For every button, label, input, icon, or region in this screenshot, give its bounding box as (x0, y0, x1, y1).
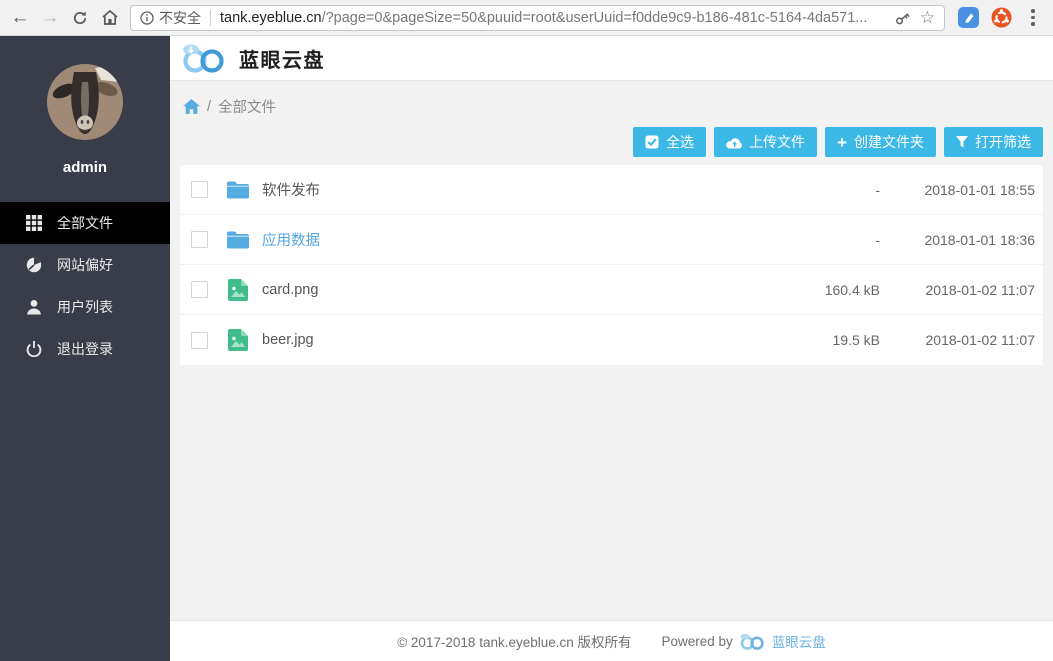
power-icon (26, 341, 42, 357)
file-list: 软件发布 - 2018-01-01 18:55 应用数据 - 2018-01-0… (180, 165, 1043, 365)
file-date: 2018-01-02 11:07 (880, 332, 1035, 348)
avatar-image (47, 64, 123, 140)
sidebar: admin 全部文件 网站偏好 (0, 36, 170, 661)
select-all-button[interactable]: 全选 (633, 127, 706, 157)
extension-glyph-orange (991, 7, 1012, 28)
plus-icon: + (837, 134, 847, 151)
file-date: 2018-01-01 18:55 (880, 182, 1035, 198)
url-path: /?page=0&pageSize=50&puuid=root&userUuid… (322, 10, 868, 26)
file-name[interactable]: beer.jpg (262, 332, 760, 348)
sidebar-item-site-preferences[interactable]: 网站偏好 (0, 244, 170, 286)
file-size: 19.5 kB (760, 332, 880, 348)
app-title: 蓝眼云盘 (239, 44, 325, 73)
sidebar-item-label: 网站偏好 (57, 255, 113, 275)
row-checkbox[interactable] (191, 281, 208, 298)
open-filter-button[interactable]: 打开筛选 (944, 127, 1043, 157)
folder-icon (227, 179, 249, 201)
file-size: - (760, 182, 880, 198)
reload-icon (72, 10, 88, 26)
powered-by-label: Powered by (662, 634, 733, 649)
security-indicator[interactable]: 不安全 (140, 8, 201, 28)
extension-glyph (963, 12, 975, 24)
info-icon (140, 11, 154, 25)
sidebar-menu: 全部文件 网站偏好 用户列表 (0, 202, 170, 370)
file-name[interactable]: 软件发布 (262, 179, 760, 200)
row-checkbox[interactable] (191, 231, 208, 248)
grid-icon (26, 215, 42, 231)
home-icon (101, 9, 119, 26)
app-header: 蓝眼云盘 (170, 36, 1053, 81)
browser-toolbar: ← → 不安全 tank.eyeblue.cn/?page=0&pageSize… (0, 0, 1053, 36)
sidebar-item-label: 用户列表 (57, 297, 113, 317)
file-name[interactable]: 应用数据 (262, 229, 760, 250)
url-text[interactable]: tank.eyeblue.cn/?page=0&pageSize=50&puui… (220, 10, 886, 26)
file-name[interactable]: card.png (262, 282, 760, 298)
filter-funnel-icon (956, 136, 968, 148)
main-content: 蓝眼云盘 / 全部文件 全选 (170, 36, 1053, 661)
sidebar-item-user-list[interactable]: 用户列表 (0, 286, 170, 328)
cloud-upload-icon (726, 136, 742, 149)
create-folder-button[interactable]: + 创建文件夹 (825, 127, 936, 157)
open-filter-label: 打开筛选 (975, 132, 1031, 152)
create-folder-label: 创建文件夹 (854, 132, 924, 152)
home-button[interactable] (96, 4, 124, 32)
key-icon[interactable] (894, 10, 912, 26)
brand-link[interactable]: 蓝眼云盘 (772, 631, 826, 651)
select-all-label: 全选 (666, 132, 694, 152)
extension-icon-blue[interactable] (958, 7, 979, 28)
breadcrumb: / 全部文件 (180, 81, 1043, 117)
app-logo-icon (181, 43, 227, 73)
extension-icon-orange[interactable] (991, 7, 1012, 28)
sidebar-item-logout[interactable]: 退出登录 (0, 328, 170, 370)
forward-button[interactable]: → (36, 4, 64, 32)
folder-icon (227, 229, 249, 251)
bookmark-star-icon[interactable]: ☆ (920, 9, 935, 26)
footer-logo-icon (739, 633, 766, 650)
toolbar: 全选 上传文件 + 创建文件夹 (180, 127, 1043, 157)
sidebar-item-label: 全部文件 (57, 213, 113, 233)
table-row[interactable]: card.png 160.4 kB 2018-01-02 11:07 (180, 265, 1043, 315)
url-domain: tank.eyeblue.cn (220, 10, 322, 26)
browser-menu-button[interactable] (1023, 9, 1043, 26)
row-checkbox[interactable] (191, 181, 208, 198)
back-button[interactable]: ← (6, 4, 34, 32)
reload-button[interactable] (66, 4, 94, 32)
checkbox-checked-icon (645, 135, 659, 149)
row-checkbox[interactable] (191, 332, 208, 349)
footer: © 2017-2018 tank.eyeblue.cn 版权所有 Powered… (170, 620, 1053, 661)
user-icon (26, 299, 42, 315)
avatar[interactable] (47, 64, 123, 140)
breadcrumb-separator: / (207, 99, 211, 115)
file-size: - (760, 232, 880, 248)
table-row[interactable]: 软件发布 - 2018-01-01 18:55 (180, 165, 1043, 215)
dashboard-icon (26, 257, 42, 273)
sidebar-item-label: 退出登录 (57, 339, 113, 359)
breadcrumb-current: 全部文件 (218, 96, 276, 117)
file-date: 2018-01-02 11:07 (880, 282, 1035, 298)
address-bar[interactable]: 不安全 tank.eyeblue.cn/?page=0&pageSize=50&… (130, 5, 945, 31)
file-size: 160.4 kB (760, 282, 880, 298)
breadcrumb-home-icon[interactable] (183, 99, 200, 114)
powered-by: Powered by 蓝眼云盘 (662, 631, 826, 651)
upload-file-button[interactable]: 上传文件 (714, 127, 817, 157)
table-row[interactable]: beer.jpg 19.5 kB 2018-01-02 11:07 (180, 315, 1043, 365)
image-file-icon (227, 279, 249, 301)
omnibox-divider (210, 10, 211, 26)
table-row[interactable]: 应用数据 - 2018-01-01 18:36 (180, 215, 1043, 265)
username: admin (0, 159, 170, 176)
file-date: 2018-01-01 18:36 (880, 232, 1035, 248)
image-file-icon (227, 329, 249, 351)
security-label: 不安全 (159, 8, 201, 28)
copyright-text: © 2017-2018 tank.eyeblue.cn 版权所有 (397, 631, 631, 651)
page-body: / 全部文件 全选 上传文件 (170, 81, 1053, 620)
upload-file-label: 上传文件 (749, 132, 805, 152)
sidebar-item-all-files[interactable]: 全部文件 (0, 202, 170, 244)
